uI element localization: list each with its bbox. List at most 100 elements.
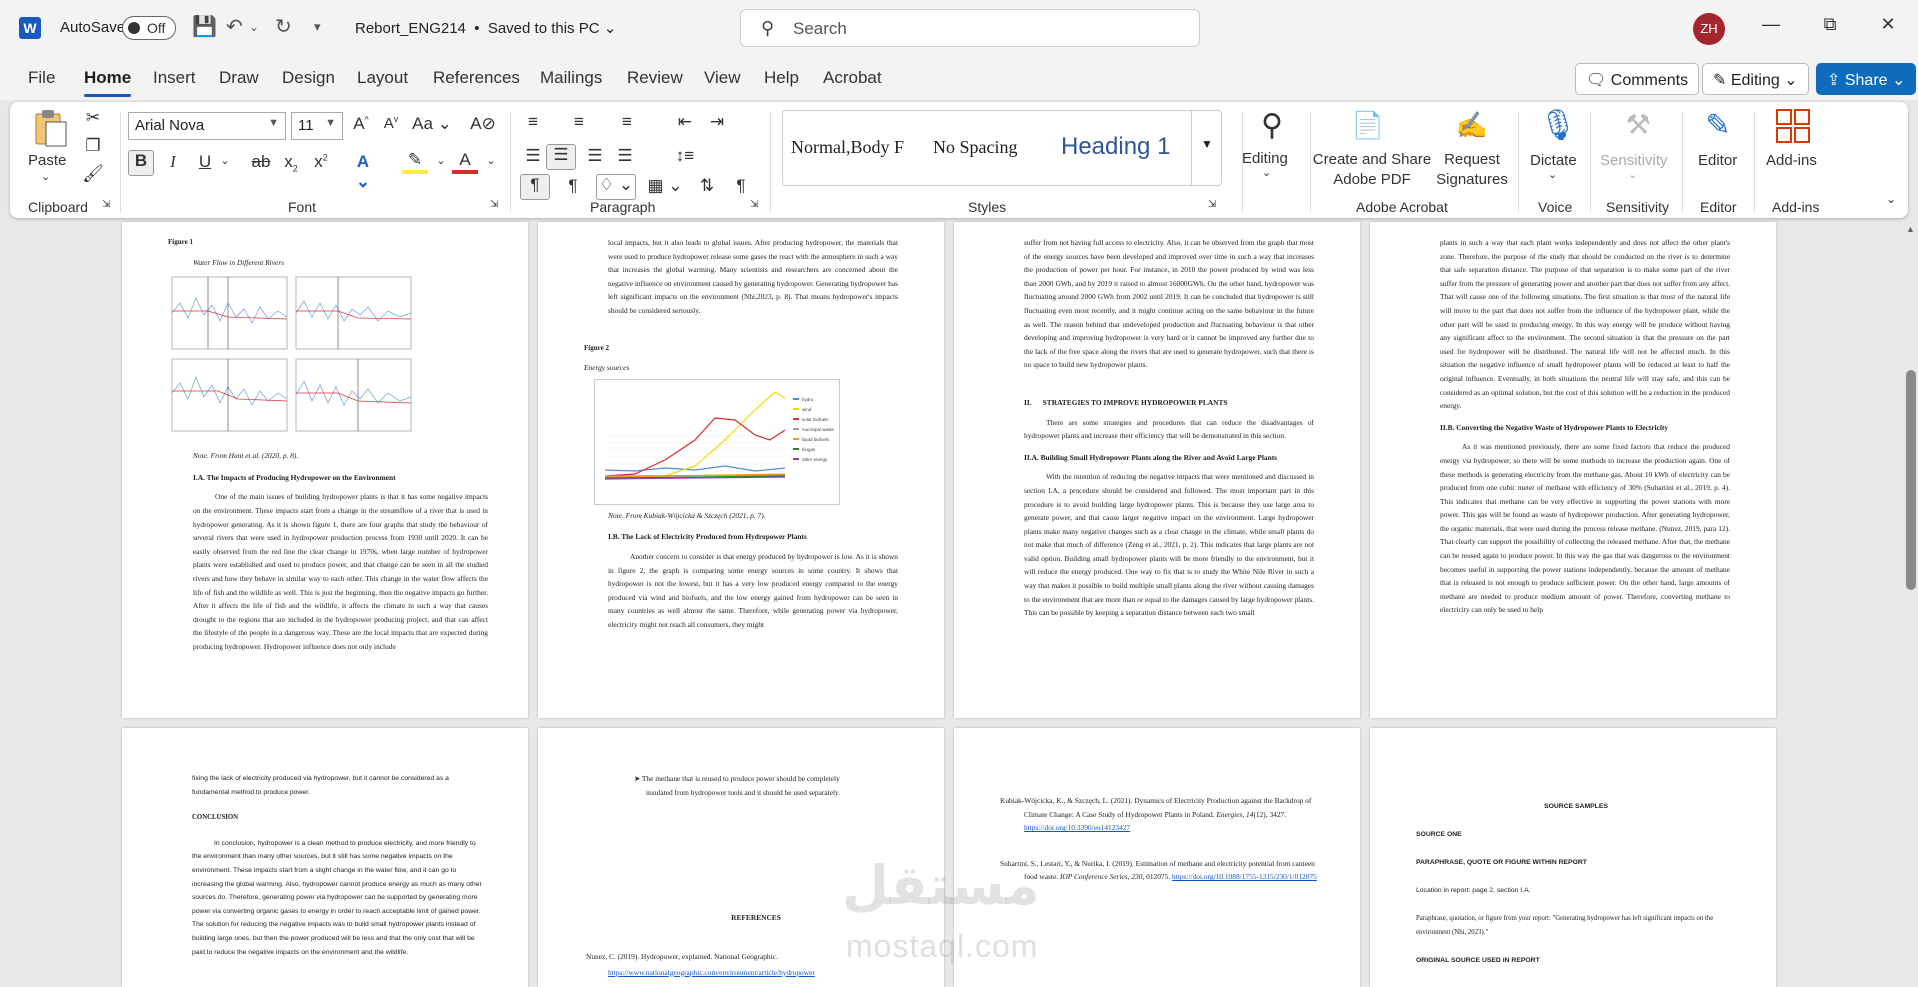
- autosave-toggle[interactable]: Off: [122, 16, 176, 40]
- share-button[interactable]: ⇪ Share ⌄: [1816, 63, 1917, 95]
- grow-font-icon[interactable]: A^: [348, 114, 374, 134]
- sort-icon[interactable]: ⇅: [694, 176, 720, 196]
- save-icon[interactable]: 💾: [192, 15, 217, 39]
- find-icon[interactable]: ⚲: [1252, 108, 1292, 143]
- borders-icon[interactable]: ▦ ⌄: [646, 176, 684, 196]
- tab-home[interactable]: Home: [84, 68, 132, 97]
- tab-draw[interactable]: Draw: [219, 68, 259, 88]
- document-page-2[interactable]: local impacts, but it also leads to glob…: [538, 222, 944, 718]
- styles-gallery[interactable]: Normal,Body F No Spacing Heading 1 ▼: [782, 110, 1222, 186]
- font-size-dropdown[interactable]: 11 ▼: [291, 112, 343, 140]
- superscript-button[interactable]: x2: [308, 152, 334, 172]
- align-left-icon[interactable]: ☰: [520, 146, 546, 166]
- microphone-icon[interactable]: 🎙: [1538, 108, 1578, 143]
- font-color-icon[interactable]: A: [452, 150, 478, 174]
- scrollbar-thumb[interactable]: [1906, 370, 1916, 590]
- tab-help[interactable]: Help: [764, 68, 799, 88]
- tab-acrobat[interactable]: Acrobat: [823, 68, 882, 88]
- reference-link[interactable]: https://doi.org/10.1088/1755-1315/230/1/…: [1172, 872, 1317, 881]
- change-case-icon[interactable]: Aa ⌄: [412, 114, 452, 134]
- add-ins-button[interactable]: Add-ins: [1766, 152, 1817, 169]
- styles-more-icon[interactable]: ▼: [1191, 111, 1222, 185]
- document-page-8[interactable]: SOURCE SAMPLES SOURCE ONE PARAPHRASE, QU…: [1370, 728, 1776, 987]
- add-ins-icon[interactable]: [1775, 108, 1811, 144]
- paragraph-launcher-icon[interactable]: ⇲: [750, 199, 758, 210]
- dictate-dropdown-icon[interactable]: ⌄: [1548, 168, 1557, 181]
- tab-layout[interactable]: Layout: [357, 68, 408, 88]
- comments-button[interactable]: 🗨 Comments: [1575, 63, 1700, 95]
- format-painter-icon[interactable]: 🖌: [80, 164, 106, 184]
- editing-button[interactable]: Editing: [1242, 150, 1288, 167]
- style-normal[interactable]: Normal,Body F: [791, 137, 904, 158]
- justify-icon[interactable]: ☰: [612, 146, 638, 166]
- clipboard-launcher-icon[interactable]: ⇲: [102, 199, 110, 210]
- shading-icon[interactable]: ♢ ⌄: [596, 174, 636, 200]
- multilevel-list-icon[interactable]: ≡: [614, 112, 640, 132]
- undo-icon[interactable]: ↶: [226, 15, 243, 39]
- decrease-indent-icon[interactable]: ⇤: [672, 112, 698, 132]
- line-spacing-icon[interactable]: ↕≡: [672, 146, 698, 166]
- shrink-font-icon[interactable]: Av: [378, 114, 404, 132]
- font-name-dropdown[interactable]: Arial Nova ▼: [128, 112, 286, 140]
- editing-dropdown-icon[interactable]: ⌄: [1262, 166, 1271, 179]
- tab-view[interactable]: View: [704, 68, 741, 88]
- vertical-scrollbar[interactable]: [1906, 225, 1916, 987]
- editor-button[interactable]: Editor: [1698, 152, 1737, 169]
- document-page-4[interactable]: plants in such a way that each plant wor…: [1370, 222, 1776, 718]
- paste-dropdown-icon[interactable]: ⌄: [41, 170, 50, 183]
- font-launcher-icon[interactable]: ⇲: [490, 199, 498, 210]
- bold-button[interactable]: B: [128, 150, 154, 176]
- text-effects-icon[interactable]: A ⌄: [350, 152, 376, 192]
- paste-icon[interactable]: [32, 108, 68, 147]
- create-pdf-icon[interactable]: 📄: [1348, 110, 1388, 141]
- document-page-1[interactable]: Figure 1 Water Flow in Different Rivers: [122, 222, 528, 718]
- show-formatting-icon[interactable]: ¶: [728, 176, 754, 196]
- request-signatures-button[interactable]: Request Signatures: [1434, 150, 1510, 190]
- subscript-button[interactable]: x2: [278, 152, 304, 173]
- align-center-icon[interactable]: ☰: [546, 144, 576, 170]
- numbering-icon[interactable]: ≡: [566, 112, 592, 132]
- restore-icon[interactable]: ⧉: [1815, 14, 1845, 35]
- align-right-icon[interactable]: ☰: [582, 146, 608, 166]
- tab-references[interactable]: References: [433, 68, 520, 88]
- scroll-up-icon[interactable]: ▲: [1906, 224, 1915, 234]
- bullets-icon[interactable]: ≡: [520, 112, 546, 132]
- undo-dropdown-icon[interactable]: ⌄: [249, 15, 259, 39]
- highlight-icon[interactable]: ✎: [402, 150, 428, 174]
- styles-launcher-icon[interactable]: ⇲: [1208, 199, 1216, 210]
- ltr-direction-icon[interactable]: ¶: [520, 174, 550, 200]
- tab-mailings[interactable]: Mailings: [540, 68, 602, 88]
- minimize-icon[interactable]: —: [1756, 14, 1786, 35]
- tab-insert[interactable]: Insert: [153, 68, 196, 88]
- document-title[interactable]: Rebort_ENG214 • Saved to this PC ⌄: [355, 19, 616, 37]
- tab-file[interactable]: File: [28, 68, 55, 88]
- tab-review[interactable]: Review: [627, 68, 683, 88]
- close-icon[interactable]: ✕: [1873, 14, 1903, 35]
- font-color-dropdown-icon[interactable]: ⌄: [478, 154, 504, 167]
- underline-dropdown-icon[interactable]: ⌄: [212, 154, 238, 167]
- request-signatures-icon[interactable]: ✍: [1452, 110, 1492, 141]
- collapse-ribbon-icon[interactable]: ⌄: [1886, 192, 1896, 206]
- search-box[interactable]: ⚲ Search: [740, 9, 1200, 47]
- editing-mode-button[interactable]: ✎ Editing ⌄: [1702, 63, 1809, 95]
- increase-indent-icon[interactable]: ⇥: [704, 112, 730, 132]
- paste-button[interactable]: Paste: [28, 152, 66, 169]
- customize-toolbar-icon[interactable]: ▾: [314, 15, 321, 39]
- rtl-direction-icon[interactable]: ¶: [560, 176, 586, 196]
- search-input[interactable]: Search: [793, 19, 847, 39]
- highlight-dropdown-icon[interactable]: ⌄: [428, 154, 454, 167]
- document-page-5[interactable]: fixing the lack of electricity produced …: [122, 728, 528, 987]
- reference-link[interactable]: https://www.nationalgeographic.com/envir…: [608, 966, 916, 980]
- dictate-button[interactable]: Dictate: [1530, 152, 1577, 169]
- italic-button[interactable]: I: [160, 152, 186, 172]
- cut-icon[interactable]: ✂: [80, 108, 106, 128]
- tab-design[interactable]: Design: [282, 68, 335, 88]
- redo-icon[interactable]: ↻: [275, 15, 292, 39]
- editor-icon[interactable]: ✎: [1698, 108, 1738, 143]
- create-share-pdf-button[interactable]: Create and Share Adobe PDF: [1310, 150, 1434, 190]
- user-avatar[interactable]: ZH: [1693, 13, 1725, 45]
- reference-link[interactable]: https://doi.org/10.3390/en14123427: [1024, 823, 1130, 832]
- document-page-3[interactable]: suffer from not having full access to el…: [954, 222, 1360, 718]
- strikethrough-button[interactable]: ab: [248, 152, 274, 172]
- style-heading-1[interactable]: Heading 1: [1061, 133, 1170, 161]
